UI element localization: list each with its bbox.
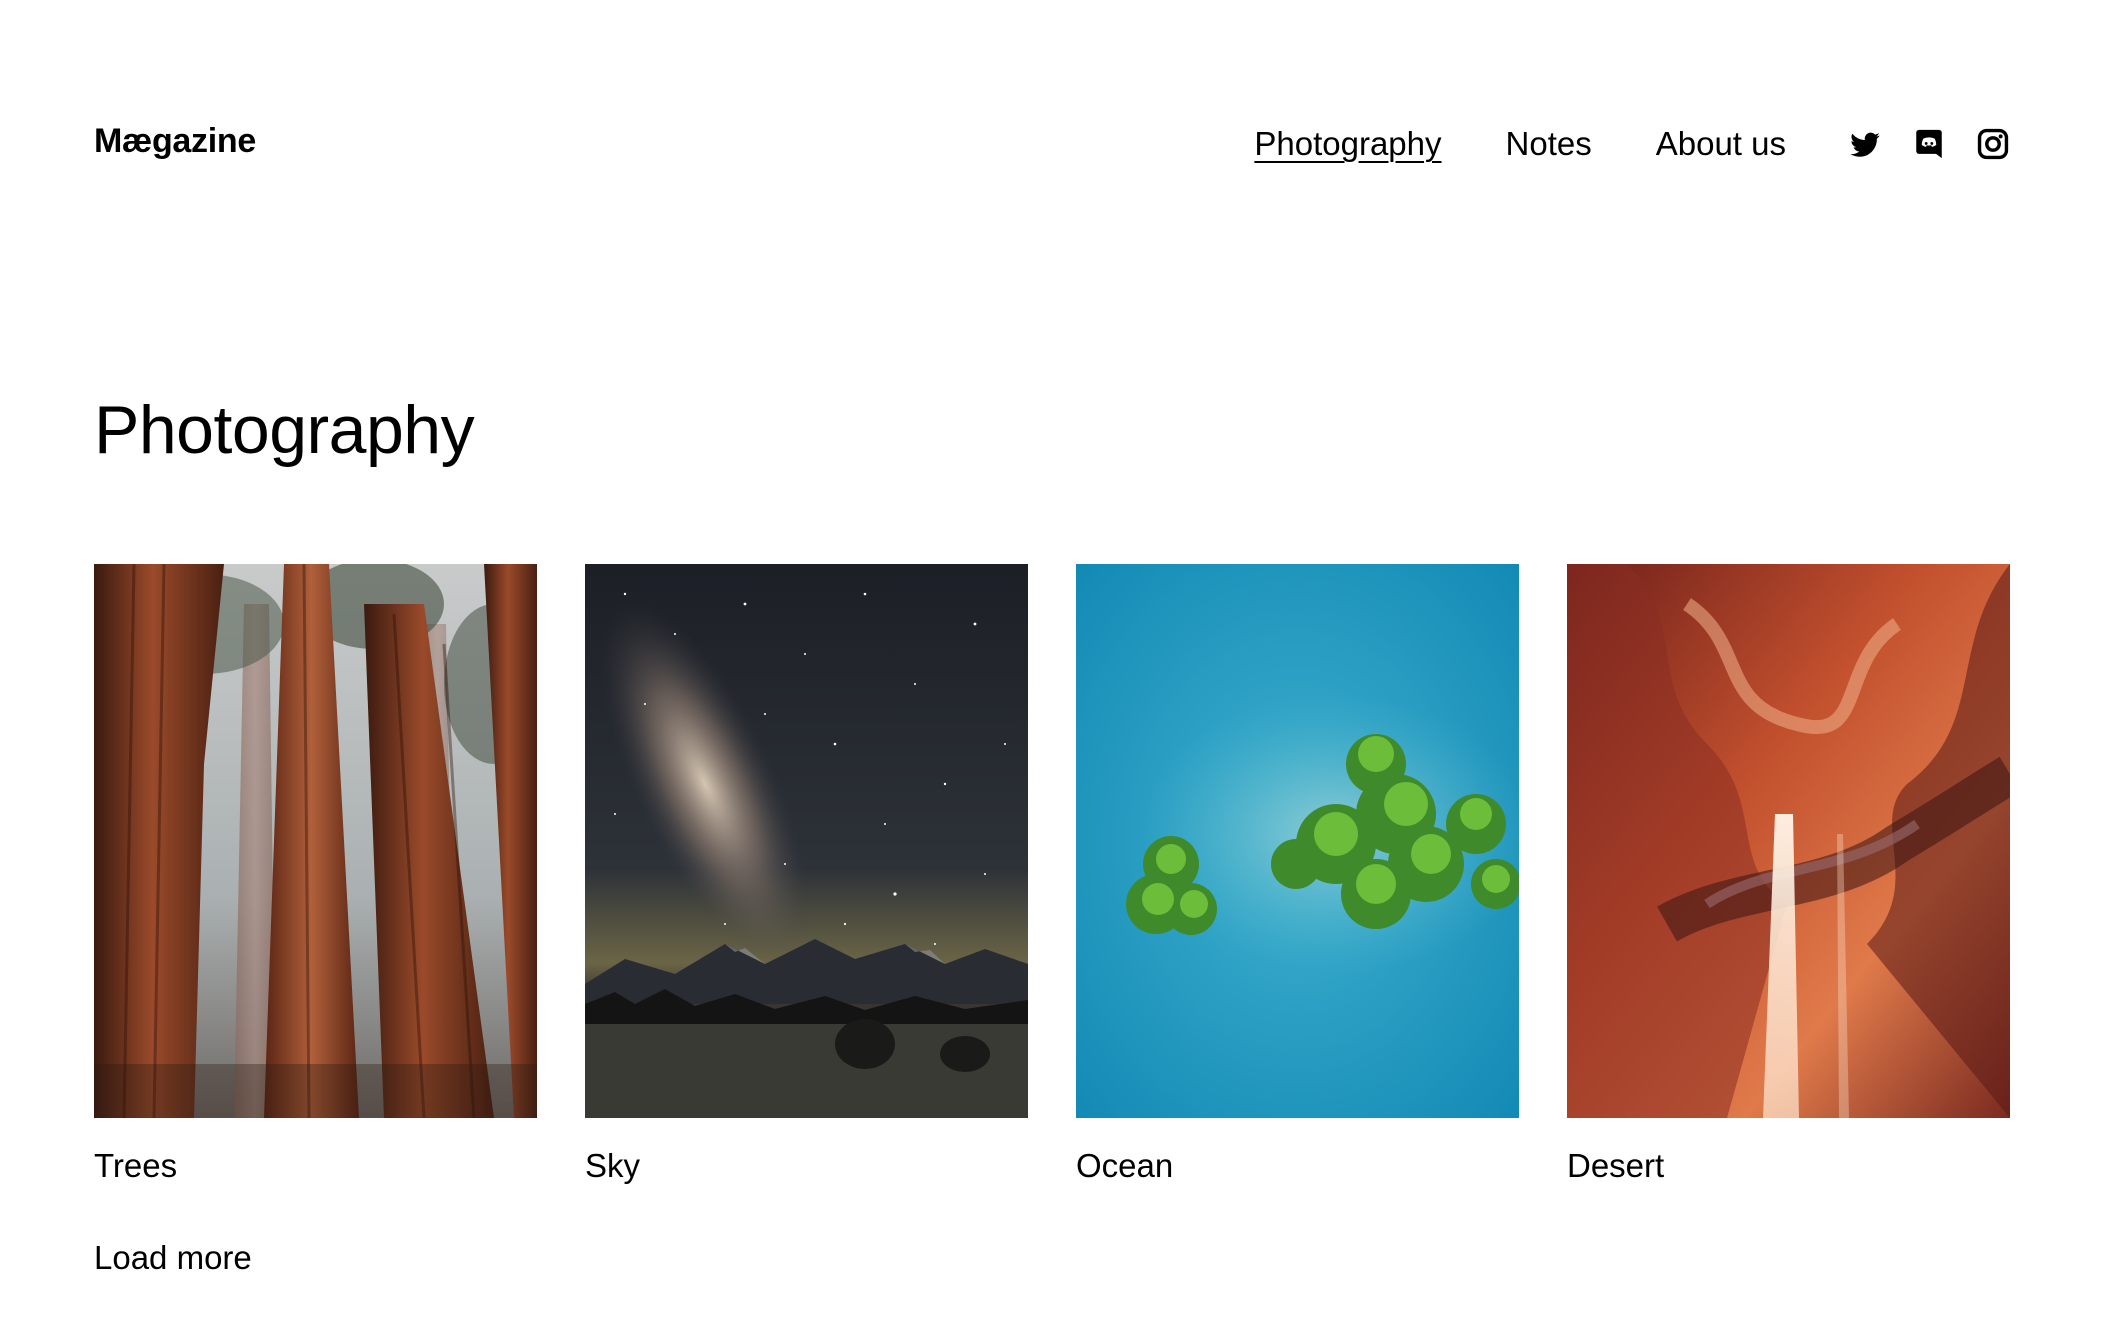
- load-more-button[interactable]: Load more: [94, 1238, 252, 1278]
- page: Mægazine Photography Notes About us Phot…: [94, 0, 2010, 1326]
- post-title[interactable]: Sky: [585, 1146, 1028, 1186]
- nav-item-notes[interactable]: Notes: [1506, 112, 1592, 176]
- primary-nav: Photography Notes About us: [1254, 112, 2010, 176]
- post-card[interactable]: Desert: [1567, 564, 2010, 1186]
- post-title[interactable]: Desert: [1567, 1146, 2010, 1186]
- post-image-trees[interactable]: [94, 564, 537, 1118]
- discord-icon[interactable]: [1912, 127, 1946, 161]
- site-title-link[interactable]: Mægazine: [94, 122, 256, 161]
- post-title[interactable]: Trees: [94, 1146, 537, 1186]
- social-links: [1848, 127, 2010, 161]
- nav-item-about-us[interactable]: About us: [1656, 112, 1786, 176]
- page-title: Photography: [94, 392, 475, 468]
- post-card[interactable]: Sky: [585, 564, 1028, 1186]
- post-title[interactable]: Ocean: [1076, 1146, 1519, 1186]
- post-image-desert[interactable]: [1567, 564, 2010, 1118]
- instagram-icon[interactable]: [1976, 127, 2010, 161]
- post-image-ocean[interactable]: [1076, 564, 1519, 1118]
- nav-item-photography[interactable]: Photography: [1254, 112, 1441, 176]
- post-card[interactable]: Ocean: [1076, 564, 1519, 1186]
- post-grid: Trees Sky Ocean Desert: [94, 564, 2010, 1186]
- post-image-sky[interactable]: [585, 564, 1028, 1118]
- post-card[interactable]: Trees: [94, 564, 537, 1186]
- twitter-icon[interactable]: [1848, 127, 1882, 161]
